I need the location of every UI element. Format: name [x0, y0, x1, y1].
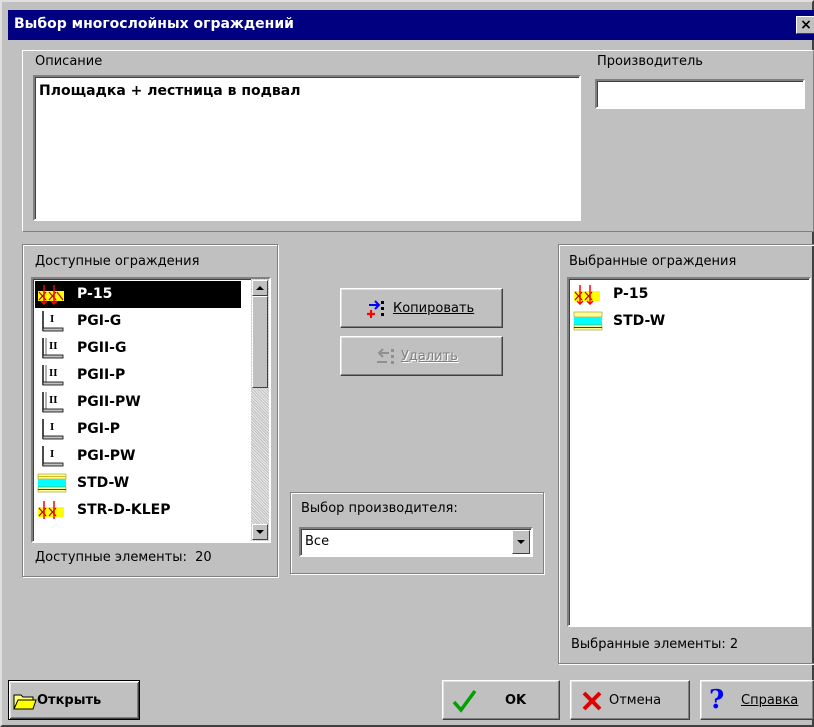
svg-text:I: I	[50, 423, 54, 433]
available-scrollbar[interactable]	[251, 279, 269, 541]
scroll-thumb[interactable]	[252, 296, 268, 388]
list-item[interactable]: II PGII-G	[35, 335, 241, 362]
beam-ii-icon: II	[42, 392, 64, 413]
beam-i-icon: I	[42, 311, 64, 332]
list-item-label: PGII-PW	[77, 394, 141, 410]
list-item[interactable]: P-15	[35, 281, 241, 308]
delete-icon	[377, 348, 394, 364]
open-button[interactable]: Открыть	[8, 680, 140, 720]
available-group: Доступные ограждения P-15 I PGI-G II PGI…	[22, 244, 278, 577]
fence-p15-icon	[38, 285, 64, 305]
available-count-value: 20	[195, 550, 212, 565]
help-button[interactable]: ? Справка	[700, 680, 814, 720]
title-bar[interactable]: Выбор многослойных ограждений ×	[8, 10, 814, 40]
svg-text:II: II	[49, 396, 57, 406]
list-item[interactable]: I PGI-PW	[35, 443, 241, 470]
svg-text:II: II	[49, 369, 57, 379]
cancel-label: Отмена	[609, 693, 662, 708]
copy-icon	[367, 300, 384, 318]
manufacturer-select-label: Выбор производителя:	[301, 501, 458, 516]
cancel-button[interactable]: Отмена	[570, 680, 690, 720]
available-count: Доступные элементы: 20	[35, 550, 212, 565]
scroll-up-button[interactable]	[252, 280, 268, 296]
manufacturer-select-group: Выбор производителя: Все	[290, 492, 544, 574]
manufacturer-select-value: Все	[305, 534, 330, 549]
close-icon	[582, 691, 602, 711]
selected-count-label: Выбранные элементы:	[571, 637, 726, 652]
window-title: Выбор многослойных ограждений	[14, 16, 294, 32]
svg-text:I: I	[50, 450, 54, 460]
layer-std-w-icon	[37, 473, 67, 493]
folder-icon	[13, 694, 37, 710]
chevron-down-icon	[517, 540, 525, 544]
dropdown-button[interactable]	[512, 530, 530, 554]
open-label: Открыть	[37, 693, 102, 708]
selected-count: Выбранные элементы: 2	[571, 637, 738, 652]
copy-label: Копировать	[393, 301, 475, 316]
beam-ii-icon: II	[42, 365, 64, 386]
fence-str-icon	[38, 501, 64, 519]
list-item-label: PGII-P	[77, 367, 126, 383]
arrow-down-icon	[256, 530, 264, 534]
list-item-label: STD-W	[77, 475, 130, 491]
ok-label: OK	[505, 693, 527, 708]
manufacturer-label: Производитель	[597, 54, 703, 69]
list-item-label: STD-W	[613, 313, 666, 329]
list-item-label: PGI-P	[77, 421, 121, 437]
list-item[interactable]: I PGI-P	[35, 416, 241, 443]
scroll-down-button[interactable]	[252, 524, 268, 540]
close-button[interactable]: ×	[796, 16, 814, 34]
svg-text:I: I	[50, 315, 54, 325]
selected-list[interactable]: P-15 STD-W	[567, 277, 811, 627]
dialog-window: Выбор многослойных ограждений × Описание…	[0, 0, 814, 727]
list-item[interactable]: STD-W	[571, 308, 807, 335]
ok-button[interactable]: OK	[442, 680, 560, 720]
delete-button[interactable]: Удалить	[340, 336, 503, 376]
beam-i-icon: I	[42, 446, 64, 467]
description-label: Описание	[35, 54, 103, 69]
list-item[interactable]: II PGII-P	[35, 362, 241, 389]
description-textarea[interactable]: Площадка + лестница в подвал	[33, 75, 581, 221]
copy-button[interactable]: Копировать	[340, 288, 503, 328]
list-item-label: PGI-PW	[77, 448, 136, 464]
beam-ii-icon: II	[42, 338, 64, 359]
help-icon: ?	[709, 685, 725, 715]
manufacturer-field[interactable]	[595, 79, 805, 109]
available-list[interactable]: P-15 I PGI-G II PGII-G II PGII-P II PGII…	[31, 277, 271, 543]
list-item[interactable]: I PGI-G	[35, 308, 241, 335]
selected-label: Выбранные ограждения	[569, 254, 737, 269]
list-item-label: PGI-G	[77, 313, 122, 329]
fence-p15-icon	[574, 285, 600, 305]
available-count-label: Доступные элементы:	[35, 550, 187, 565]
delete-label: Удалить	[401, 349, 458, 364]
help-label: Справка	[741, 693, 799, 708]
selected-count-value: 2	[729, 637, 739, 652]
selected-group: Выбранные ограждения P-15 STD-W Выбранны…	[558, 244, 814, 664]
list-item-label: P-15	[613, 286, 649, 302]
description-panel: Описание Площадка + лестница в подвал Пр…	[22, 50, 814, 232]
list-item[interactable]: P-15	[571, 281, 807, 308]
checkmark-icon	[452, 689, 477, 713]
manufacturer-select[interactable]: Все	[299, 527, 533, 557]
list-item[interactable]: STR-D-KLEP	[35, 497, 241, 524]
beam-i-icon: I	[42, 419, 64, 440]
layer-std-w-icon	[573, 311, 603, 331]
list-item[interactable]: II PGII-PW	[35, 389, 241, 416]
available-label: Доступные ограждения	[35, 254, 200, 269]
description-text: Площадка + лестница в подвал	[39, 83, 301, 99]
arrow-up-icon	[256, 286, 264, 290]
svg-text:II: II	[49, 342, 57, 352]
list-item-label: P-15	[77, 286, 113, 302]
list-item-label: PGII-G	[77, 340, 127, 356]
list-item-label: STR-D-KLEP	[77, 502, 171, 518]
list-item[interactable]: STD-W	[35, 470, 241, 497]
